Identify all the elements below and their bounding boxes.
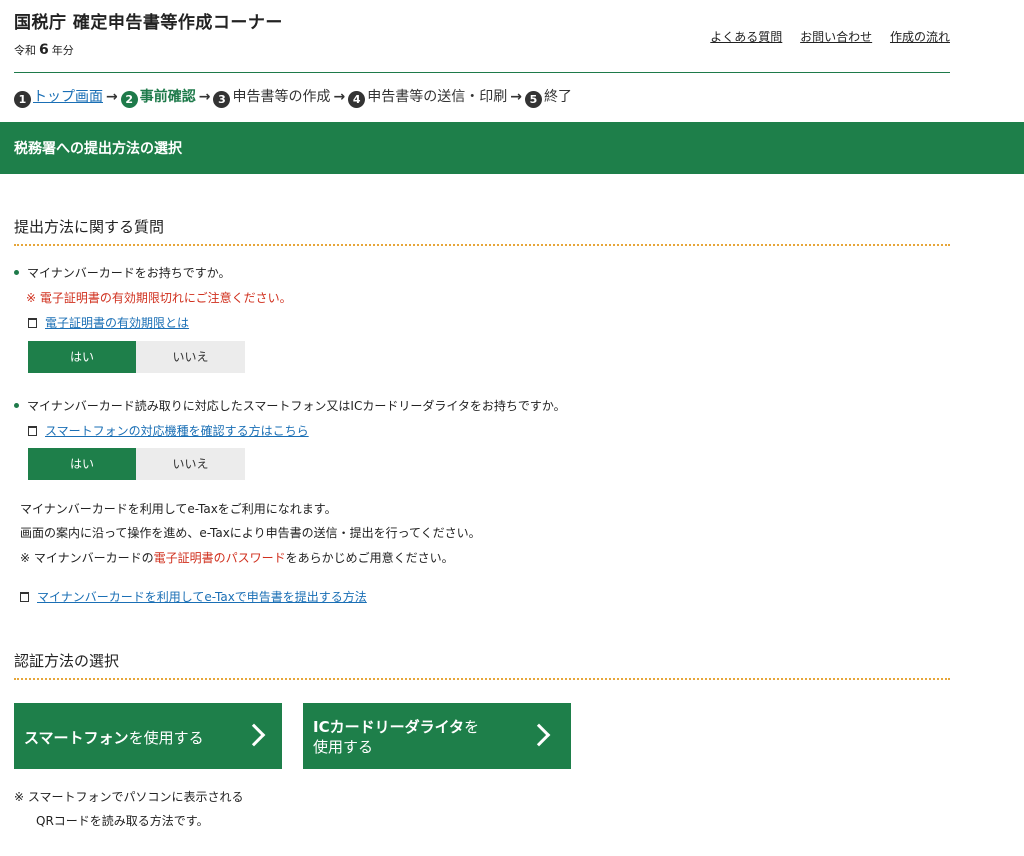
header-links: よくある質問 お問い合わせ 作成の流れ — [696, 28, 950, 45]
q1-yes-button[interactable]: はい — [28, 341, 136, 373]
step-send: 申告書等の送信・印刷 — [367, 89, 508, 105]
smartphone-note-1: ※ スマートフォンでパソコンに表示される — [14, 790, 244, 804]
step-5-number: 5 — [524, 91, 542, 108]
smartphone-note-2: QRコードを読み取る方法です。 — [36, 814, 209, 828]
step-create: 申告書等の作成 — [232, 89, 331, 105]
arrow-icon: → — [106, 89, 118, 105]
expiry-warning: ※ 電子証明書の有効期限切れにご注意ください。 — [26, 291, 292, 305]
step-1-number: 1 — [14, 91, 31, 108]
smartphone-link-row: スマートフォンの対応機種を確認する方はこちら — [28, 422, 309, 439]
arrow-icon: → — [198, 89, 211, 105]
q1-toggle: はい いいえ — [28, 341, 245, 373]
expiry-link[interactable]: 電子証明書の有効期限とは — [45, 316, 189, 330]
use-smartphone-button[interactable]: スマートフォンを使用する — [14, 703, 282, 769]
howto-link[interactable]: マイナンバーカードを利用してe-Taxで申告書を提出する方法 — [37, 590, 367, 604]
q2-yes-button[interactable]: はい — [28, 448, 136, 480]
bullet-icon — [14, 403, 19, 408]
question-reader: マイナンバーカード読み取りに対応したスマートフォン又はICカードリーダライタをお… — [14, 397, 566, 414]
step-top-link[interactable]: トップ画面 — [33, 89, 103, 105]
q1-no-button[interactable]: いいえ — [136, 341, 245, 373]
faq-link[interactable]: よくある質問 — [710, 30, 782, 44]
question-mynumber-card: マイナンバーカードをお持ちですか。 — [14, 264, 231, 281]
tax-year: 令和 6 年分 — [14, 42, 74, 58]
flow-link[interactable]: 作成の流れ — [890, 30, 950, 44]
app-title: 国税庁 確定申告書等作成コーナー — [14, 13, 283, 33]
page-title: 税務署への提出方法の選択 — [14, 141, 182, 157]
expiry-link-row: 電子証明書の有効期限とは — [28, 314, 189, 331]
divider — [14, 678, 950, 680]
use-ic-reader-button[interactable]: ICカードリーダライタを 使用する — [303, 703, 571, 769]
q2-toggle: はい いいえ — [28, 448, 245, 480]
chevron-right-icon — [242, 723, 266, 747]
step-progress: 1 トップ画面 → 2 事前確認 → 3 申告書等の作成 → 4 申告書等の送信・印刷 → 5 終了 — [14, 86, 572, 108]
step-end: 終了 — [543, 89, 572, 105]
new-window-icon — [28, 318, 37, 328]
new-window-icon — [28, 426, 37, 436]
step-current: 事前確認 — [139, 89, 196, 105]
info-line-2: 画面の案内に沿って操作を進め、e-Taxにより申告書の送信・提出を行ってください… — [20, 526, 481, 540]
contact-link[interactable]: お問い合わせ — [800, 30, 872, 44]
info-line-3: ※ マイナンバーカードの電子証明書のパスワードをあらかじめご用意ください。 — [20, 551, 454, 565]
howto-link-row: マイナンバーカードを利用してe-Taxで申告書を提出する方法 — [20, 588, 367, 605]
smartphone-models-link[interactable]: スマートフォンの対応機種を確認する方はこちら — [45, 424, 309, 438]
divider — [14, 244, 950, 246]
page-header: 国税庁 確定申告書等作成コーナー 令和 6 年分 よくある質問 お問い合わせ 作成の… — [14, 6, 950, 73]
step-4-number: 4 — [348, 91, 366, 108]
step-3-number: 3 — [213, 91, 231, 108]
section-title-questions: 提出方法に関する質問 — [14, 218, 165, 236]
info-line-1: マイナンバーカードを利用してe-Taxをご利用になれます。 — [20, 502, 337, 516]
section-title-auth: 認証方法の選択 — [14, 652, 120, 670]
bullet-icon — [14, 270, 19, 275]
arrow-icon: → — [510, 89, 522, 105]
q2-no-button[interactable]: いいえ — [136, 448, 245, 480]
chevron-right-icon — [527, 723, 551, 747]
section-banner: 税務署への提出方法の選択 — [0, 122, 1024, 174]
new-window-icon — [20, 592, 29, 602]
arrow-icon: → — [333, 89, 346, 105]
step-2-number: 2 — [120, 91, 138, 108]
